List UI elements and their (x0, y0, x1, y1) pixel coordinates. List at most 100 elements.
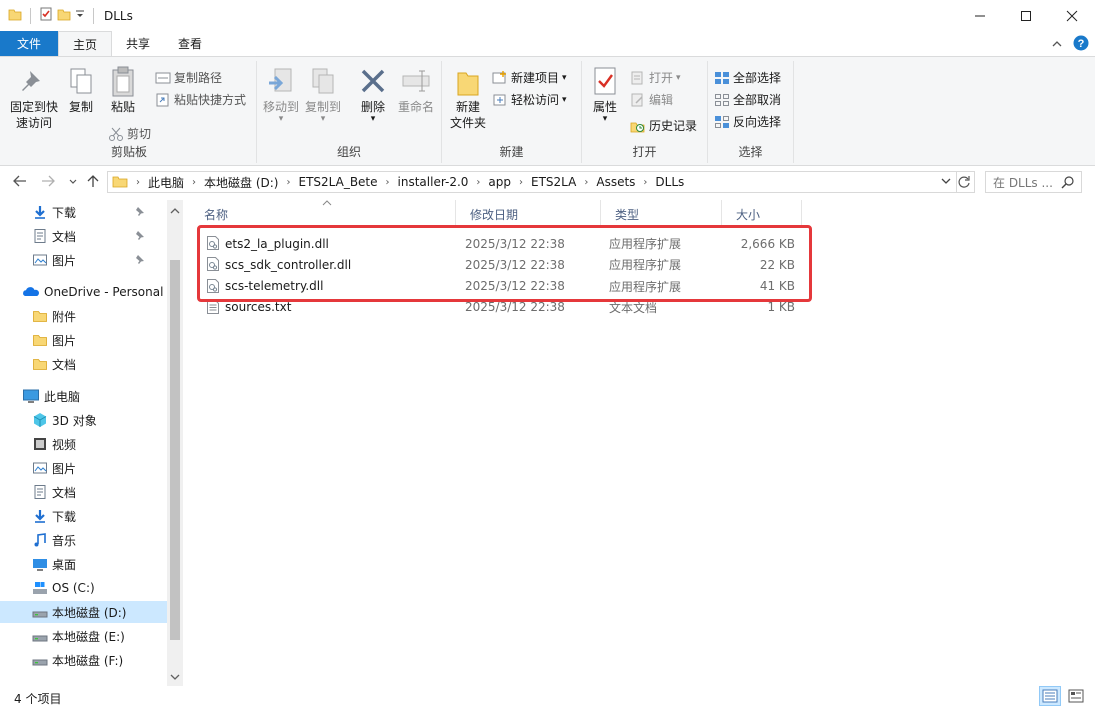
paste-button[interactable]: 粘贴 (106, 65, 140, 115)
nav-item-label: 下载 (52, 509, 77, 524)
properties-checkmark-icon[interactable] (39, 7, 53, 24)
breadcrumb-chevron-icon[interactable]: › (643, 177, 647, 188)
select-all-button[interactable]: 全部选择 (714, 69, 781, 86)
refresh-button[interactable] (953, 171, 975, 193)
pin-quick-access-button[interactable]: 固定到快 速访问 (6, 65, 62, 131)
open-button[interactable]: 打开 ▾ (630, 69, 681, 86)
column-header-modified[interactable]: 修改日期 (456, 200, 601, 228)
this-pc-item[interactable]: 下载 (0, 505, 167, 527)
paste-shortcut-button[interactable]: 粘贴快捷方式 (155, 91, 246, 108)
file-row[interactable]: sources.txt 2025/3/12 22:38 文本文档 1 KB (200, 297, 800, 318)
quick-access-item[interactable]: 图片 (0, 249, 167, 271)
this-pc-item[interactable]: 3D 对象 (0, 409, 167, 431)
scrollbar-thumb[interactable] (170, 260, 180, 640)
folder-icon (32, 332, 48, 348)
navigation-pane-scrollbar[interactable] (167, 200, 183, 686)
cut-button[interactable]: 剪切 (108, 125, 151, 142)
breadcrumb-chevron-icon[interactable]: › (386, 177, 390, 188)
nav-onedrive[interactable]: OneDrive - Personal (0, 281, 167, 303)
breadcrumb-item[interactable]: app (488, 175, 511, 189)
column-header-type-label: 类型 (615, 207, 640, 222)
quick-access-item[interactable]: 文档 (0, 225, 167, 247)
breadcrumb-chevron-icon[interactable]: › (192, 177, 196, 188)
new-item-label: 新建项目 (511, 71, 560, 85)
copy-button[interactable]: 复制 (64, 65, 98, 115)
nav-this-pc[interactable]: 此电脑 (0, 385, 167, 407)
tab-view[interactable]: 查看 (164, 31, 216, 56)
breadcrumb-item[interactable]: installer-2.0 (398, 175, 469, 189)
this-pc-item[interactable]: 视频 (0, 433, 167, 455)
breadcrumb-chevron-icon[interactable]: › (519, 177, 523, 188)
nav-item-label: 3D 对象 (52, 413, 97, 428)
scroll-down-icon[interactable] (167, 670, 183, 684)
maximize-button[interactable] (1003, 0, 1049, 31)
this-pc-item[interactable]: 音乐 (0, 529, 167, 551)
breadcrumb-item[interactable]: ETS2LA (531, 175, 576, 189)
customize-toolbar-dropdown-icon[interactable] (75, 7, 85, 24)
breadcrumb-item[interactable]: DLLs (655, 175, 684, 189)
onedrive-folder-item[interactable]: 图片 (0, 329, 167, 351)
breadcrumb-chevron-icon[interactable]: › (136, 177, 140, 188)
new-folder-icon[interactable] (57, 7, 71, 24)
help-icon[interactable]: ? (1073, 35, 1089, 54)
breadcrumb-item[interactable]: ETS2LA_Bete (298, 175, 377, 189)
details-view-button[interactable] (1039, 686, 1061, 706)
file-row[interactable]: ets2_la_plugin.dll 2025/3/12 22:38 应用程序扩展 2… (200, 233, 800, 254)
tab-share[interactable]: 共享 (112, 31, 164, 56)
file-row[interactable]: scs_sdk_controller.dll 2025/3/12 22:38 应用程… (200, 254, 800, 275)
history-button[interactable]: 历史记录 (630, 117, 697, 134)
column-header-type[interactable]: 类型 (601, 200, 722, 228)
pin-icon (135, 254, 145, 267)
ribbon: 固定到快 速访问 复制 粘贴 复制路径 粘贴快捷方式 剪切 剪贴板 移动到 ▾ … (0, 56, 1095, 166)
new-item-button[interactable]: 新建项目 ▾ (492, 69, 567, 86)
delete-button[interactable]: 删除 ▾ (353, 65, 393, 124)
tab-file[interactable]: 文件 (0, 31, 58, 56)
large-icons-view-button[interactable] (1065, 686, 1087, 706)
this-pc-item[interactable]: 本地磁盘 (E:) (0, 625, 167, 647)
this-pc-item[interactable]: 本地磁盘 (F:) (0, 649, 167, 671)
column-header-size[interactable]: 大小 (722, 200, 802, 228)
file-row[interactable]: scs-telemetry.dll 2025/3/12 22:38 应用程序扩展 41… (200, 276, 800, 297)
close-button[interactable] (1049, 0, 1095, 31)
onedrive-folder-item[interactable]: 文档 (0, 353, 167, 375)
collapse-ribbon-icon[interactable] (1051, 38, 1063, 52)
minimize-button[interactable] (957, 0, 1003, 31)
copy-to-button[interactable]: 复制到 ▾ (303, 65, 343, 124)
breadcrumb-item[interactable]: Assets (596, 175, 635, 189)
breadcrumb-item[interactable]: 本地磁盘 (D:) (204, 174, 278, 191)
this-pc-item[interactable]: 本地磁盘 (D:) (0, 601, 167, 623)
this-pc-item[interactable]: OS (C:) (0, 577, 167, 599)
properties-button[interactable]: 属性 ▾ (588, 65, 622, 124)
edit-button[interactable]: 编辑 (630, 91, 673, 108)
scroll-up-icon[interactable] (167, 204, 183, 218)
this-pc-item[interactable]: 桌面 (0, 553, 167, 575)
search-input[interactable]: 在 DLLs ... (985, 171, 1082, 193)
rename-button[interactable]: 重命名 (393, 65, 439, 115)
forward-arrow-icon[interactable] (40, 174, 56, 192)
move-to-button[interactable]: 移动到 ▾ (261, 65, 301, 124)
up-arrow-icon[interactable] (86, 174, 100, 192)
this-pc-item[interactable]: 图片 (0, 457, 167, 479)
this-pc-item[interactable]: 文档 (0, 481, 167, 503)
address-history-dropdown-icon[interactable] (940, 175, 952, 190)
new-folder-button[interactable]: 新建 文件夹 (448, 65, 488, 131)
select-group: 全部选择 全部取消 反向选择 选择 (708, 61, 794, 163)
breadcrumb-chevron-icon[interactable]: › (286, 177, 290, 188)
easy-access-button[interactable]: 轻松访问 ▾ (492, 91, 567, 108)
back-arrow-icon[interactable] (12, 174, 28, 192)
nav-item-label: 文档 (52, 357, 77, 372)
tab-home[interactable]: 主页 (58, 31, 113, 56)
address-bar[interactable]: › 此电脑 › 本地磁盘 (D:) › ETS2LA_Bete › installer-2.0… (107, 171, 957, 193)
breadcrumb-chevron-icon[interactable]: › (476, 177, 480, 188)
select-none-button[interactable]: 全部取消 (714, 91, 781, 108)
invert-selection-button[interactable]: 反向选择 (714, 113, 781, 130)
onedrive-folder-item[interactable]: 附件 (0, 305, 167, 327)
column-header-name[interactable]: 名称 (190, 200, 456, 228)
breadcrumb-item[interactable]: 此电脑 (148, 174, 184, 191)
easy-access-icon (493, 94, 506, 105)
breadcrumb-chevron-icon[interactable]: › (584, 177, 588, 188)
quick-access-item[interactable]: 下载 (0, 201, 167, 223)
search-icon (1061, 175, 1075, 192)
copy-path-button[interactable]: 复制路径 (155, 69, 222, 86)
recent-locations-chevron-icon[interactable] (68, 176, 78, 191)
